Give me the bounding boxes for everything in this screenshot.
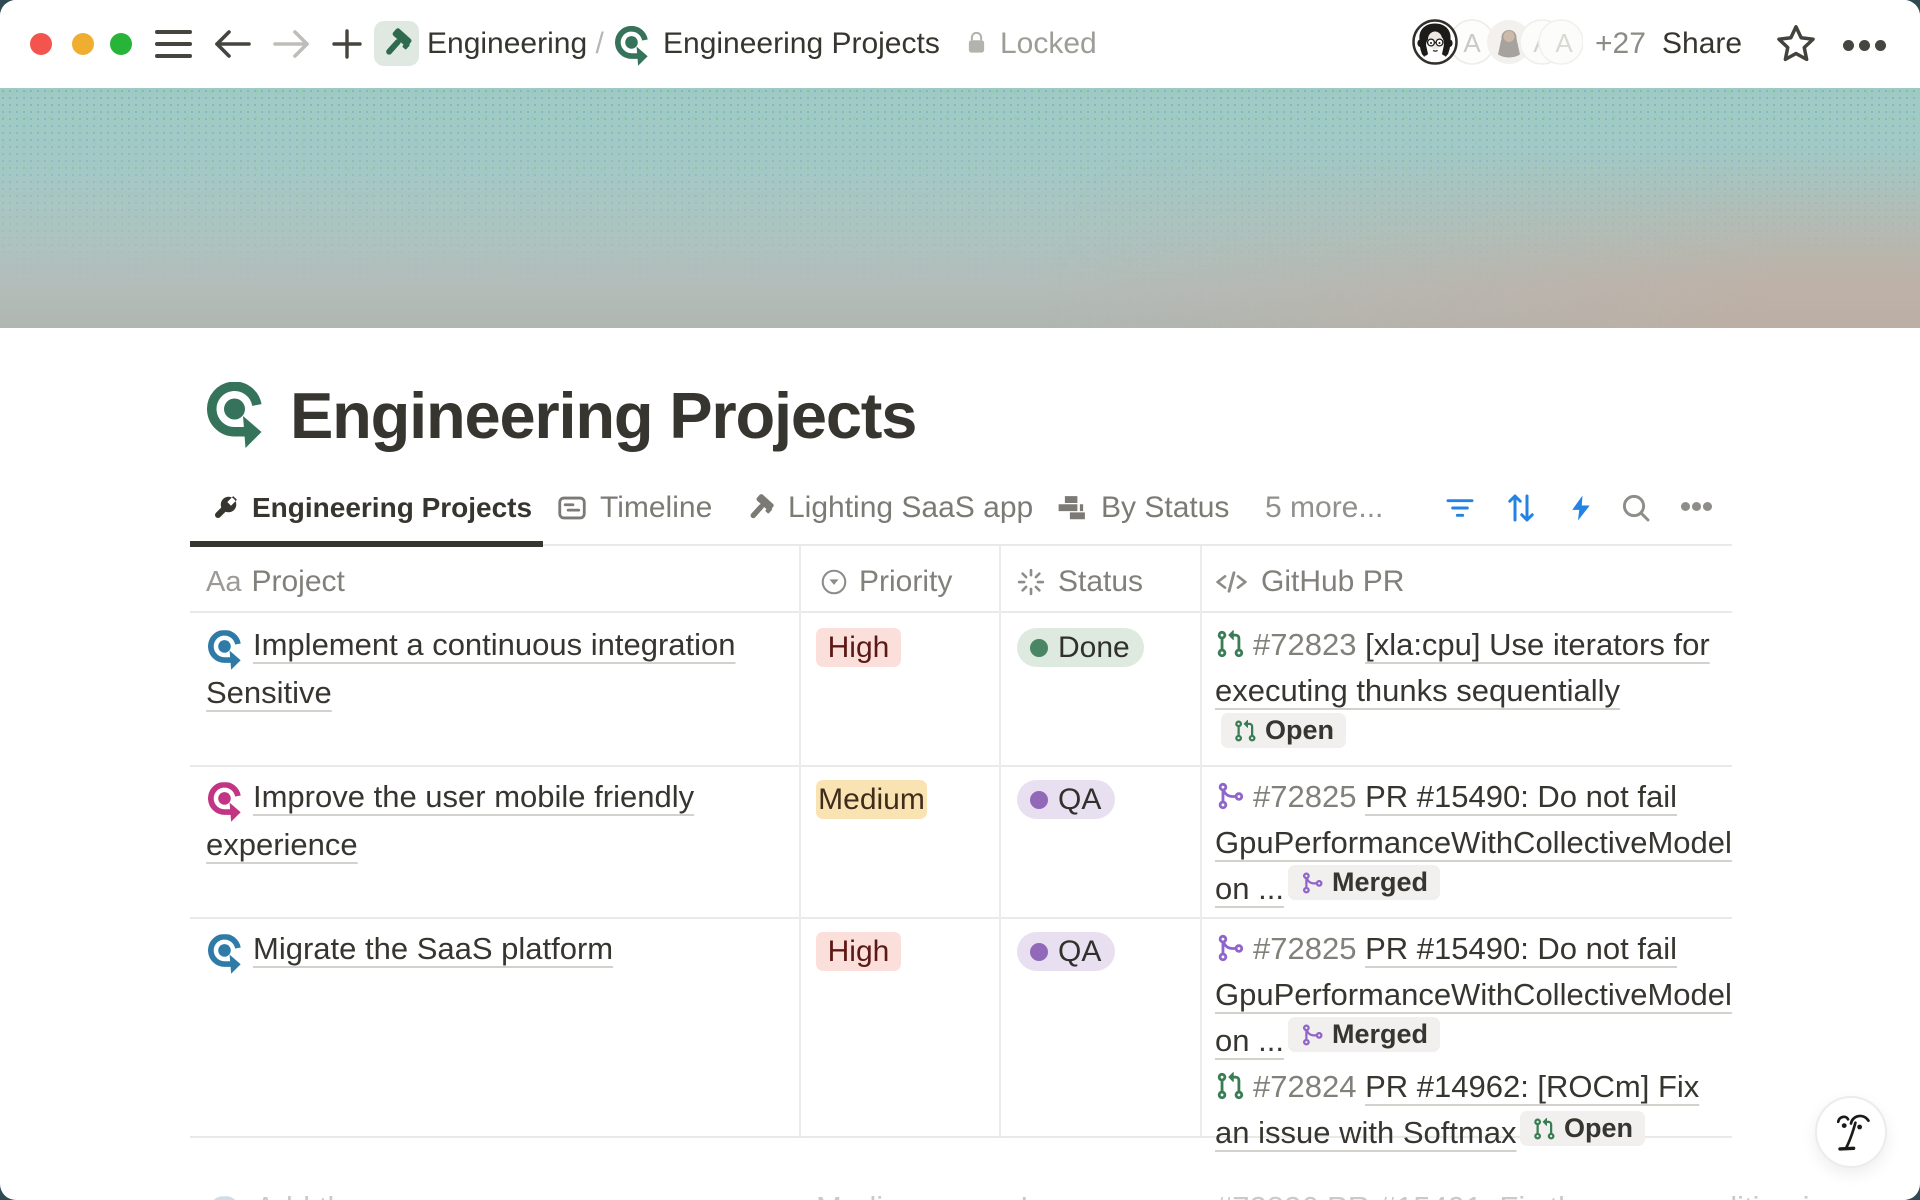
svg-text:A: A: [1555, 28, 1573, 58]
svg-text:A: A: [1463, 28, 1481, 58]
